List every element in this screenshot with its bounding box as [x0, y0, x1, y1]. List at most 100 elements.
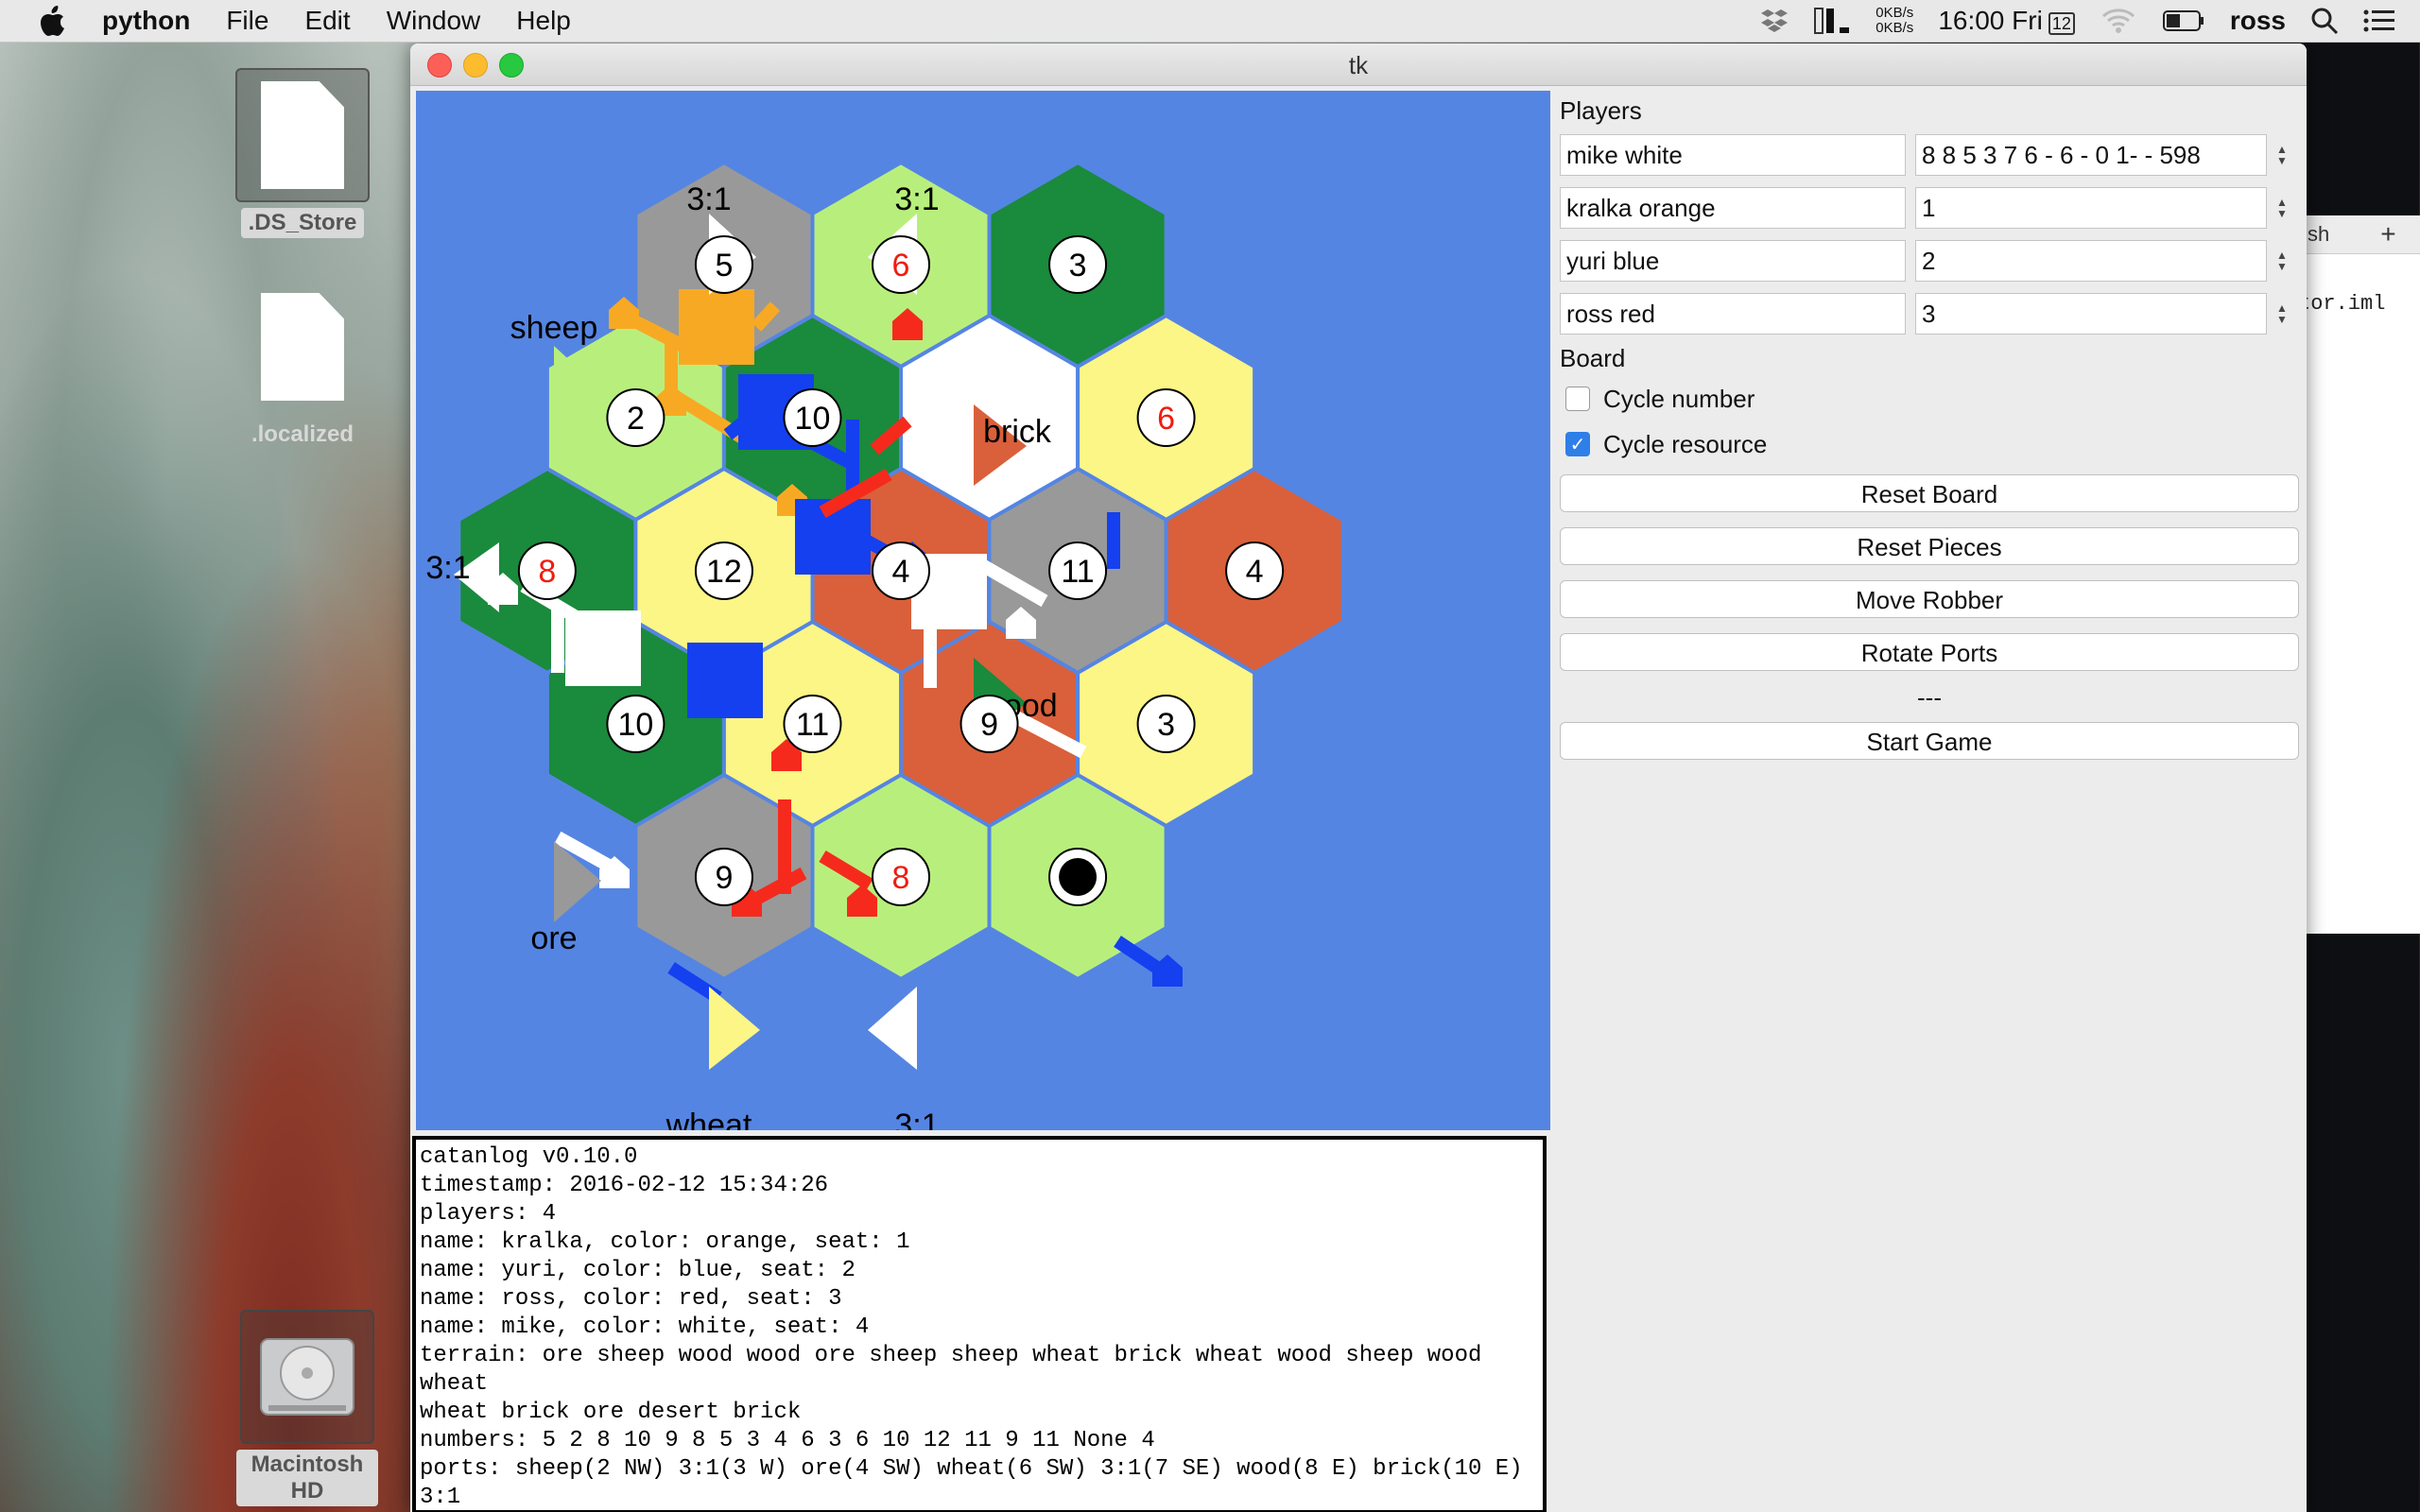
number-token-label: 6	[892, 248, 910, 284]
window-title: tk	[1348, 51, 1369, 79]
player-seat-field[interactable]: 1	[1915, 187, 2267, 229]
board-canvas[interactable]: 3:1 3:1 sheep brick 3:1 wood ore wheat 3:1 56321…	[416, 91, 1550, 1130]
seat-stepper[interactable]: ▲ ▼	[2273, 134, 2291, 176]
log-line: ports: sheep(2 NW) 3:1(3 W) ore(4 SW) wh…	[420, 1456, 1536, 1510]
chevron-down-icon[interactable]: ▼	[2276, 261, 2288, 272]
user-name[interactable]: ross	[2230, 6, 2286, 36]
number-token-label: 10	[617, 707, 653, 743]
board-svg[interactable]: 3:1 3:1sheepbrick3:1woodorewheat 3:1 5 6 32 1…	[416, 91, 1550, 1130]
player-name-field[interactable]: ross red	[1560, 293, 1906, 335]
add-tab-button[interactable]: +	[2380, 219, 2395, 249]
menu-help[interactable]: Help	[516, 6, 571, 36]
window-titlebar[interactable]: tk	[410, 43, 2307, 86]
player-seat-field[interactable]: 8 8 5 3 7 6 - 6 - 0 1- - 598	[1915, 134, 2267, 176]
editor-tab[interactable]: sh	[2308, 222, 2329, 247]
log-line: catanlog v0.10.0	[420, 1144, 638, 1170]
player-row: ross red 3 ▲ ▼	[1554, 287, 2301, 340]
number-token-label: 11	[1061, 554, 1094, 590]
player-row: mike white 8 8 5 3 7 6 - 6 - 0 1- - 598 ▲ ▼	[1554, 129, 2301, 181]
search-icon[interactable]	[2310, 7, 2339, 35]
menu-edit[interactable]: Edit	[304, 6, 350, 36]
port-label: 3:1	[894, 1108, 939, 1130]
desktop-icon-ds-store[interactable]: .DS_Store	[232, 68, 373, 238]
wifi-icon[interactable]	[2100, 7, 2137, 35]
dropbox-icon[interactable]	[1760, 8, 1789, 34]
blue-settlement[interactable]	[1152, 954, 1183, 987]
port-label: sheep	[510, 310, 598, 346]
checkmark-icon[interactable]: ✓	[1565, 432, 1590, 456]
white-city[interactable]	[565, 610, 641, 686]
port-label: ore	[530, 920, 577, 956]
chevron-down-icon[interactable]: ▼	[2276, 208, 2288, 219]
player-seat-field[interactable]: 2	[1915, 240, 2267, 282]
player-row: yuri blue 2 ▲ ▼	[1554, 234, 2301, 287]
tk-window[interactable]: tk 3:1 3:1 sheep brick 3:1 wood ore wheat 3:1 56…	[410, 43, 2307, 1512]
port-label: 3:1	[425, 550, 470, 586]
seat-stepper[interactable]: ▲ ▼	[2273, 187, 2291, 229]
number-token-label: 6	[1157, 401, 1175, 437]
notification-list-icon[interactable]	[2363, 8, 2395, 34]
battery-icon[interactable]	[2162, 9, 2205, 33]
log-line: wheat brick ore desert brick	[420, 1400, 802, 1425]
app-menu-python[interactable]: python	[102, 6, 190, 36]
start-game-button[interactable]: Start Game	[1560, 722, 2299, 760]
clock[interactable]: 16:00 Fri 12	[1938, 6, 2075, 36]
port-label: 3:1	[894, 181, 939, 217]
number-token-label: 2	[627, 401, 645, 437]
number-token-label: 11	[796, 707, 829, 743]
number-token-label: 9	[980, 707, 998, 743]
reset-board-button[interactable]: Reset Board	[1560, 474, 2299, 512]
rotate-ports-button[interactable]: Rotate Ports	[1560, 633, 2299, 671]
file-icon	[235, 68, 370, 202]
net-upload: 0KB/s	[1876, 5, 1914, 21]
port-marker[interactable]	[868, 987, 917, 1070]
menu-window[interactable]: Window	[387, 6, 481, 36]
port-marker[interactable]	[709, 987, 760, 1070]
log-line: name: mike, color: white, seat: 4	[420, 1314, 870, 1340]
desktop-icon-label: .DS_Store	[240, 208, 365, 238]
player-name-field[interactable]: mike white	[1560, 134, 1906, 176]
port-label: brick	[983, 414, 1052, 450]
editor-tab-bar: sh +	[2298, 215, 2420, 254]
move-robber-button[interactable]: Move Robber	[1560, 580, 2299, 618]
chevron-down-icon[interactable]: ▼	[2276, 314, 2288, 325]
cycle-number-label: Cycle number	[1603, 384, 1755, 413]
menu-file[interactable]: File	[226, 6, 268, 36]
game-log[interactable]: catanlog v0.10.0 timestamp: 2016-02-12 15…	[412, 1136, 1547, 1512]
menu-bar: python File Edit Window Help 0KB/s 0KB/s …	[0, 0, 2420, 43]
desktop-icon-macintosh-hd[interactable]: Macintosh HD	[236, 1310, 378, 1506]
blue-city[interactable]	[687, 643, 763, 718]
net-download: 0KB/s	[1876, 20, 1914, 36]
log-line: name: ross, color: red, seat: 3	[420, 1286, 842, 1312]
log-line: timestamp: 2016-02-12 15:34:26	[420, 1173, 829, 1198]
number-token-label: 8	[892, 860, 910, 896]
seat-stepper[interactable]: ▲ ▼	[2273, 240, 2291, 282]
desktop-icon-label: Macintosh HD	[236, 1450, 378, 1506]
number-token-label: 12	[706, 554, 742, 590]
number-token-label: 4	[1246, 554, 1264, 590]
log-line: numbers: 5 2 8 10 9 8 5 3 4 6 3 6 10 12 …	[420, 1428, 1155, 1453]
log-line: name: yuri, color: blue, seat: 2	[420, 1258, 856, 1283]
hard-drive-icon	[240, 1310, 374, 1444]
log-line: name: kralka, color: orange, seat: 1	[420, 1229, 910, 1255]
apple-icon[interactable]	[38, 5, 66, 37]
number-token-label: 4	[892, 554, 910, 590]
reset-pieces-button[interactable]: Reset Pieces	[1560, 527, 2299, 565]
players-heading: Players	[1560, 96, 1642, 125]
network-speed[interactable]: 0KB/s 0KB/s	[1876, 6, 1913, 36]
number-token-label: 5	[715, 248, 733, 284]
cycle-number-checkbox[interactable]: Cycle number	[1560, 376, 2301, 421]
chevron-down-icon[interactable]: ▼	[2276, 155, 2288, 166]
robber-icon[interactable]	[1059, 858, 1098, 896]
player-name-field[interactable]: yuri blue	[1560, 240, 1906, 282]
memory-meter-icon[interactable]	[1813, 7, 1851, 35]
player-seat-field[interactable]: 3	[1915, 293, 2267, 335]
cycle-number-box[interactable]	[1565, 387, 1590, 411]
player-name-field[interactable]: kralka orange	[1560, 187, 1906, 229]
separator-label: ---	[1917, 683, 1942, 712]
seat-stepper[interactable]: ▲ ▼	[2273, 293, 2291, 335]
background-editor-window[interactable]: sh + tor.iml	[2297, 215, 2420, 934]
desktop-icon-localized[interactable]: .localized	[232, 280, 373, 450]
orange-city[interactable]	[679, 289, 754, 365]
cycle-resource-checkbox[interactable]: ✓ Cycle resource	[1560, 421, 2301, 467]
